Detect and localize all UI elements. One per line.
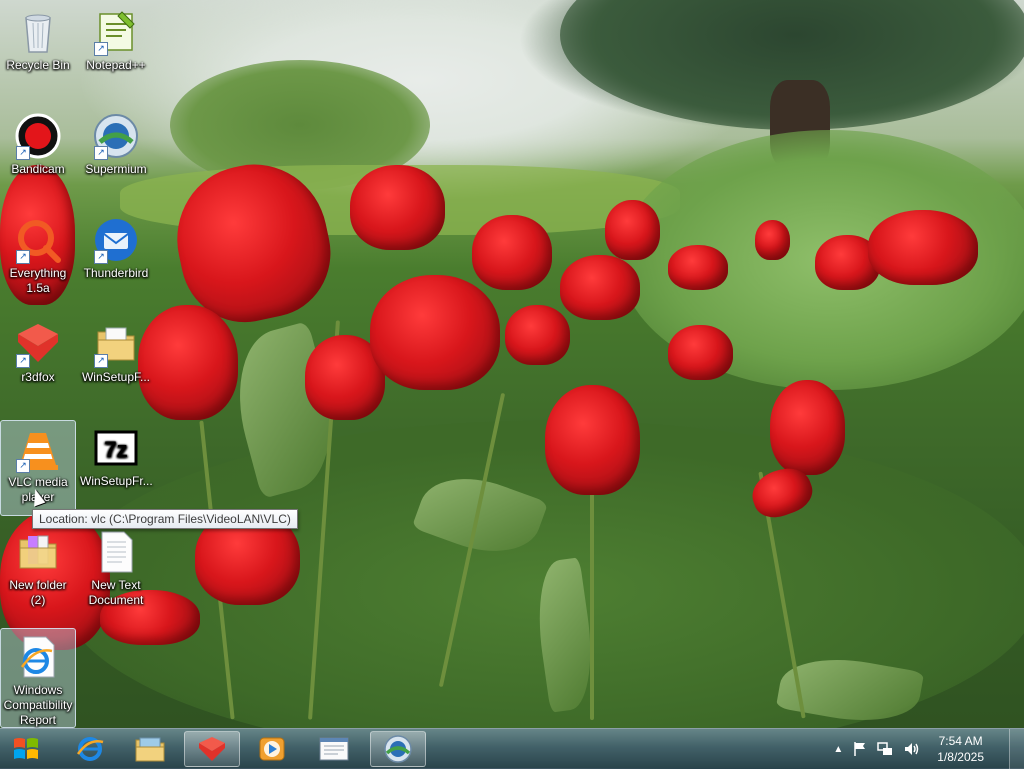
r3dfox-icon: [199, 737, 225, 761]
desktop-icon-supermium[interactable]: ↗ Supermium: [78, 108, 154, 204]
ie-document-icon: [14, 633, 62, 681]
shortcut-arrow-icon: ↗: [94, 250, 108, 264]
desktop-icon-recycle-bin[interactable]: Recycle Bin: [0, 4, 76, 100]
taskbar-media-player[interactable]: [244, 731, 300, 767]
notepadpp-icon: ↗: [92, 8, 140, 56]
icon-label: WinSetupF...: [81, 370, 151, 384]
icon-label: Notepad++: [86, 58, 146, 72]
taskbar-clock[interactable]: 7:54 AM 1/8/2025: [937, 733, 984, 765]
icon-label: Supermium: [85, 162, 147, 176]
start-button[interactable]: [4, 732, 48, 766]
icon-label: Recycle Bin: [6, 58, 70, 72]
desktop-icon-winsetupfr-archive[interactable]: 7z WinSetupFr...: [78, 420, 154, 516]
network-icon[interactable]: [877, 741, 893, 757]
wallpaper-tulip: [668, 325, 733, 380]
icon-label: New Text Document: [88, 578, 144, 607]
wallpaper-tulip: [605, 200, 660, 260]
shortcut-arrow-icon: ↗: [16, 146, 30, 160]
desktop-icon-winsetupf-folder[interactable]: ↗ WinSetupF...: [78, 316, 154, 412]
svg-text:7z: 7z: [104, 437, 127, 462]
icon-label: New folder (2): [9, 578, 67, 607]
clock-date: 1/8/2025: [937, 750, 984, 764]
bandicam-icon: ↗: [14, 112, 62, 160]
desktop-icon-notepadpp[interactable]: ↗ Notepad++: [78, 4, 154, 100]
7zip-archive-icon: 7z: [92, 424, 140, 472]
wallpaper-tulip: [755, 220, 790, 260]
wallpaper-tulip: [350, 165, 445, 250]
taskbar-internet-explorer[interactable]: [62, 731, 118, 767]
shortcut-arrow-icon: ↗: [16, 250, 30, 264]
clock-time: 7:54 AM: [938, 734, 983, 748]
wallpaper-tulip: [545, 385, 640, 495]
desktop-icon-r3dfox[interactable]: ↗ r3dfox: [0, 316, 76, 412]
folder-icon: ↗: [92, 320, 140, 368]
folder-icon: [135, 737, 165, 762]
volume-icon[interactable]: [903, 741, 919, 757]
vlc-icon: ↗: [14, 425, 62, 473]
desktop-icon-new-text-document[interactable]: New Text Document: [78, 524, 154, 620]
desktop-icon-new-folder-2[interactable]: New folder (2): [0, 524, 76, 620]
shortcut-arrow-icon: ↗: [94, 42, 108, 56]
windows-logo-icon: [14, 738, 38, 759]
recycle-bin-icon: [14, 8, 62, 56]
shortcut-arrow-icon: ↗: [94, 146, 108, 160]
icon-label: Everything 1.5a: [9, 266, 67, 295]
shortcut-arrow-icon: ↗: [16, 459, 30, 473]
taskbar-supermium[interactable]: [370, 731, 426, 767]
icon-label: Thunderbird: [83, 266, 149, 280]
show-desktop-button[interactable]: [1009, 729, 1024, 769]
desktop[interactable]: Recycle Bin ↗ Notepad++ ↗ Bandicam ↗ Sup…: [0, 0, 1024, 728]
folder-icon: [14, 528, 62, 576]
thunderbird-icon: ↗: [92, 216, 140, 264]
desktop-icon-bandicam[interactable]: ↗ Bandicam: [0, 108, 76, 204]
icon-label: Windows Compatibility Report: [3, 683, 73, 727]
wallpaper-tulip: [770, 380, 845, 475]
desktop-icon-windows-compatibility-report[interactable]: Windows Compatibility Report: [0, 628, 76, 728]
wallpaper-tulip: [370, 275, 500, 390]
show-hidden-icons-button[interactable]: ▲: [833, 744, 843, 755]
taskbar-notepad-window[interactable]: [306, 731, 362, 767]
icon-label: Bandicam: [11, 162, 65, 176]
taskbar-r3dfox[interactable]: [184, 731, 240, 767]
wallpaper-tulip: [505, 305, 570, 365]
wallpaper-tulip: [560, 255, 640, 320]
wallpaper-stem: [590, 490, 594, 720]
ie-icon: [76, 737, 104, 761]
shortcut-arrow-icon: ↗: [94, 354, 108, 368]
r3dfox-icon: ↗: [14, 320, 62, 368]
text-document-icon: [92, 528, 140, 576]
desktop-icon-everything[interactable]: ↗ Everything 1.5a: [0, 212, 76, 308]
everything-icon: ↗: [14, 216, 62, 264]
supermium-icon: ↗: [92, 112, 140, 160]
notepad-window-icon: [319, 737, 349, 761]
taskbar-file-explorer[interactable]: [122, 731, 178, 767]
shortcut-arrow-icon: ↗: [16, 354, 30, 368]
icon-label: r3dfox: [21, 370, 55, 384]
wallpaper-tulip: [472, 215, 552, 290]
taskbar: ▲ 7:54 AM 1/8/2025: [0, 728, 1024, 769]
media-player-icon: [259, 737, 285, 761]
wallpaper-tulip: [668, 245, 728, 290]
system-tray: ▲ 7:54 AM 1/8/2025: [833, 729, 984, 769]
desktop-icon-thunderbird[interactable]: ↗ Thunderbird: [78, 212, 154, 308]
action-center-flag-icon[interactable]: [853, 741, 867, 757]
wallpaper-tulip: [868, 210, 978, 285]
icon-label: WinSetupFr...: [80, 474, 153, 488]
icon-tooltip: Location: vlc (C:\Program Files\VideoLAN…: [32, 509, 298, 529]
supermium-icon: [384, 735, 412, 763]
